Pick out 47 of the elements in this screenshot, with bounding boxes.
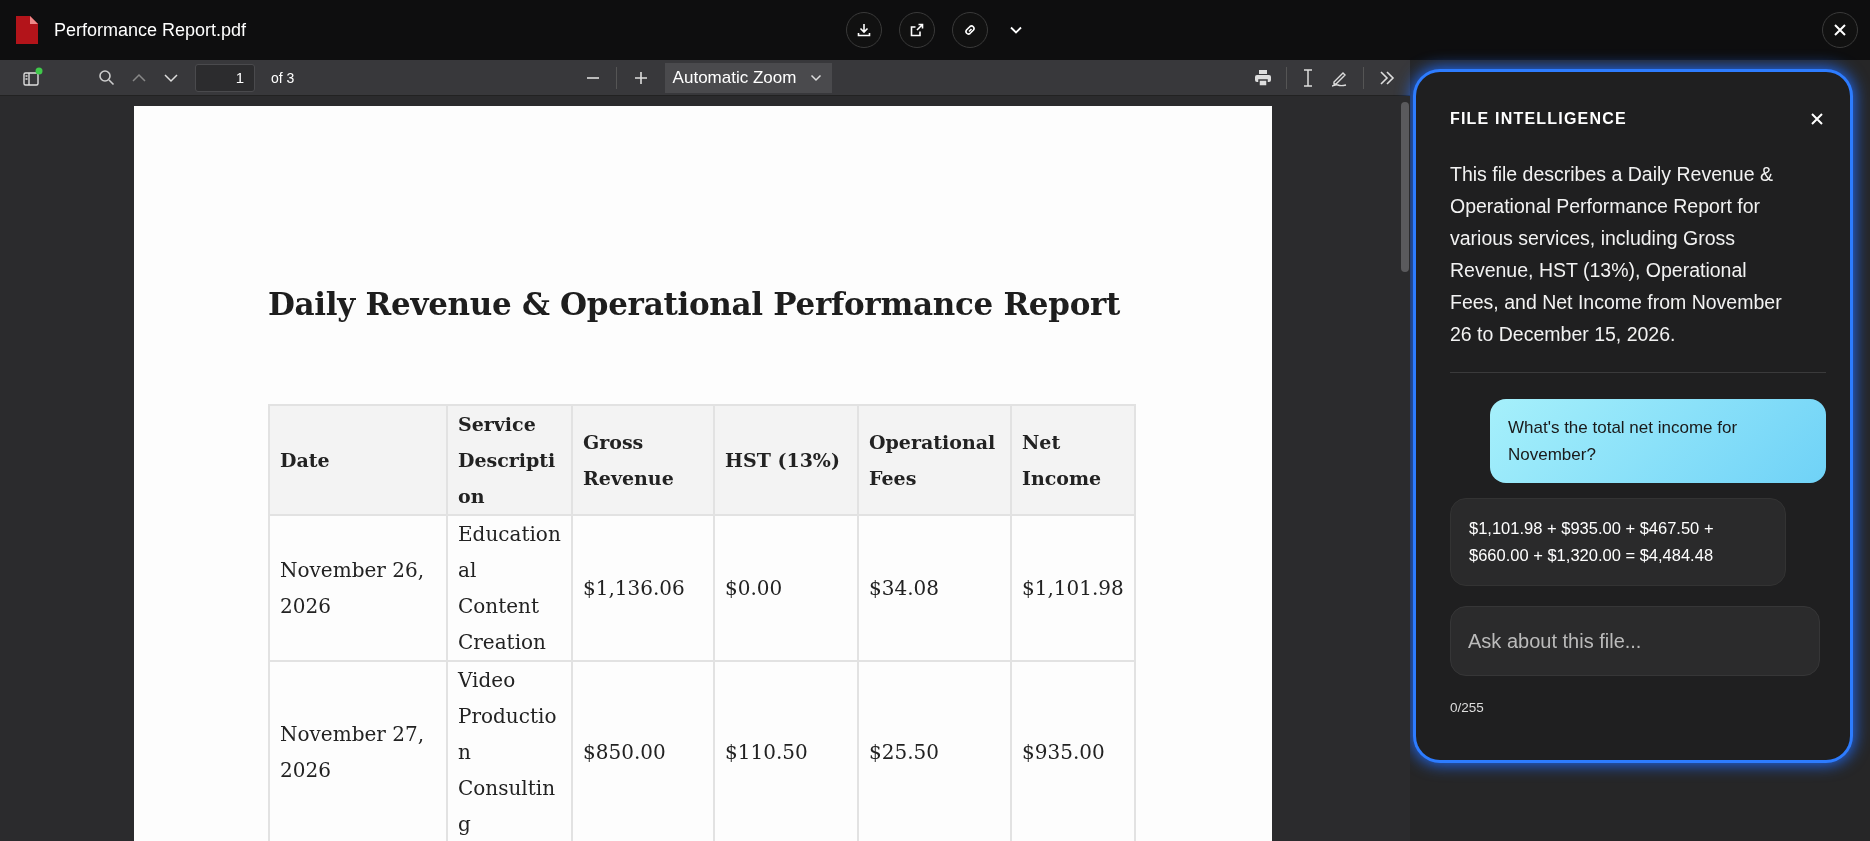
- caret-icon: [810, 73, 823, 82]
- previous-page-button[interactable]: [131, 72, 147, 83]
- link-button[interactable]: [951, 12, 988, 48]
- table-cell: November 27, 2026: [269, 661, 447, 841]
- next-page-button[interactable]: [163, 72, 179, 83]
- share-icon: [908, 22, 925, 38]
- table-cell: $0.00: [714, 515, 858, 661]
- table-cell: $34.08: [858, 515, 1011, 661]
- pdf-file-icon: [14, 16, 38, 44]
- column-header: Service Description: [447, 405, 572, 515]
- document-heading: Daily Revenue & Operational Performance Report: [268, 286, 1122, 322]
- table-cell: November 26, 2026: [269, 515, 447, 661]
- zoom-dropdown[interactable]: Automatic Zoom: [664, 62, 833, 93]
- file-summary: This file describes a Daily Revenue & Operational Performance Report for various services, including Gross Revenue, HST (13%), Operational Fees, and Net Income from November 26 to December 15, 2026.: [1450, 162, 1783, 347]
- page-number-field[interactable]: 1: [195, 63, 255, 92]
- answer-message: $1,101.98 + $935.00 + $467.50 + $660.00 + $1,320.00 = $4,484.48: [1450, 498, 1786, 586]
- plus-icon: [632, 69, 649, 86]
- column-header: Gross Revenue: [572, 405, 714, 515]
- sidebar-toggle-icon[interactable]: [22, 66, 44, 89]
- share-button[interactable]: [898, 12, 935, 48]
- text-cursor-icon[interactable]: [1301, 67, 1315, 88]
- user-message: What's the total net income for November?: [1490, 399, 1826, 483]
- close-icon: [1833, 23, 1847, 37]
- zoom-out-button[interactable]: [585, 76, 600, 79]
- column-header: Date: [269, 405, 447, 515]
- table-cell: $1,136.06: [572, 515, 714, 661]
- page-count: of 3: [271, 69, 295, 86]
- download-icon: [855, 22, 872, 38]
- column-header: HST (13%): [714, 405, 858, 515]
- zoom-in-button[interactable]: [632, 69, 649, 86]
- download-button[interactable]: [845, 12, 882, 48]
- chevron-down-icon: [1008, 25, 1023, 35]
- panel-title: FILE INTELLIGENCE: [1450, 110, 1627, 128]
- minus-icon: [585, 76, 600, 79]
- column-header: Operational Fees: [858, 405, 1011, 515]
- search-icon[interactable]: [98, 69, 115, 86]
- scrollbar-thumb[interactable]: [1401, 102, 1409, 272]
- close-button[interactable]: [1822, 12, 1858, 48]
- close-icon: [1810, 112, 1824, 126]
- table-cell: $1,101.98: [1011, 515, 1135, 661]
- print-icon[interactable]: [1254, 68, 1272, 87]
- question-input-field[interactable]: Ask about this file...: [1450, 606, 1820, 676]
- file-title: Performance Report.pdf: [54, 19, 247, 41]
- table-cell: Educational Content Creation: [447, 515, 572, 661]
- more-tools-icon[interactable]: [1378, 69, 1396, 86]
- character-counter: 0/255: [1450, 700, 1485, 715]
- column-header: Net Income: [1011, 405, 1135, 515]
